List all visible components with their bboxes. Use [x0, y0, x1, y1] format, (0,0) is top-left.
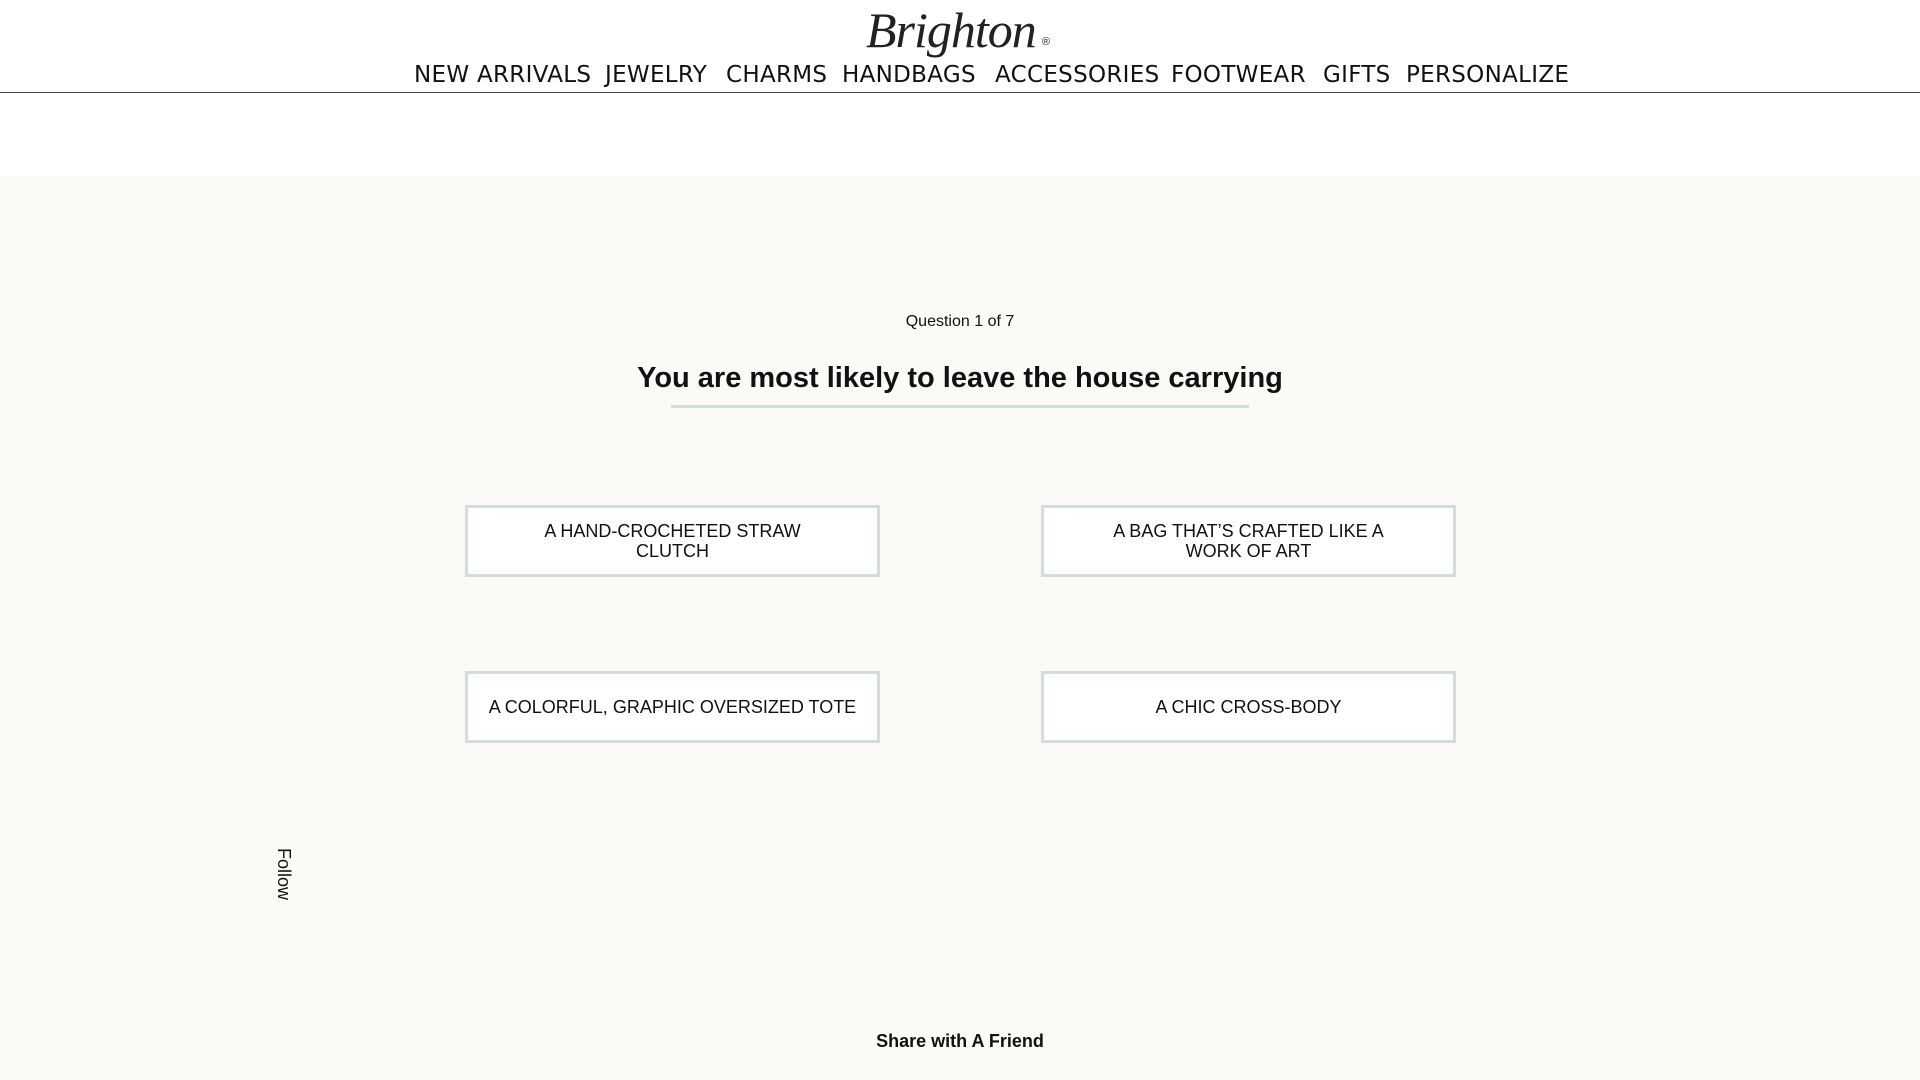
follow-tab[interactable]: Follow	[266, 848, 306, 906]
site-header: Brighton ® NEW ARRIVALS JEWELRY CHARMS H…	[0, 0, 1920, 93]
main-nav: NEW ARRIVALS JEWELRY CHARMS HANDBAGS ACC…	[0, 58, 1920, 92]
answer-option-oversized-tote[interactable]: A COLORFUL, GRAPHIC OVERSIZED TOTE	[465, 671, 880, 743]
nav-footwear[interactable]: FOOTWEAR	[1171, 58, 1306, 92]
answer-option-cross-body[interactable]: A CHIC CROSS-BODY	[1041, 671, 1456, 743]
logo-wordmark: Brighton	[866, 2, 1037, 58]
question-title: You are most likely to leave the house c…	[637, 362, 1283, 394]
nav-personalize[interactable]: PERSONALIZE	[1406, 58, 1569, 92]
registered-mark: ®	[1041, 36, 1050, 48]
answer-option-art-bag[interactable]: A BAG THAT’S CRAFTED LIKE A WORK OF ART	[1041, 505, 1456, 577]
quiz-section: Question 1 of 7 You are most likely to l…	[0, 176, 1920, 1080]
nav-handbags[interactable]: HANDBAGS	[842, 58, 976, 92]
share-with-friend-link[interactable]: Share with A Friend	[760, 1031, 1160, 1052]
nav-new-arrivals[interactable]: NEW ARRIVALS	[414, 58, 591, 92]
brighton-logo[interactable]: Brighton ®	[866, 2, 1050, 58]
nav-jewelry[interactable]: JEWELRY	[605, 58, 707, 92]
nav-charms[interactable]: CHARMS	[726, 58, 827, 92]
answer-option-straw-clutch[interactable]: A HAND-CROCHETED STRAW CLUTCH	[465, 505, 880, 577]
follow-label: Follow	[274, 848, 294, 901]
nav-gifts[interactable]: GIFTS	[1323, 58, 1391, 92]
question-counter: Question 1 of 7	[905, 313, 1015, 330]
question-underline	[671, 405, 1249, 408]
nav-accessories[interactable]: ACCESSORIES	[995, 58, 1159, 92]
